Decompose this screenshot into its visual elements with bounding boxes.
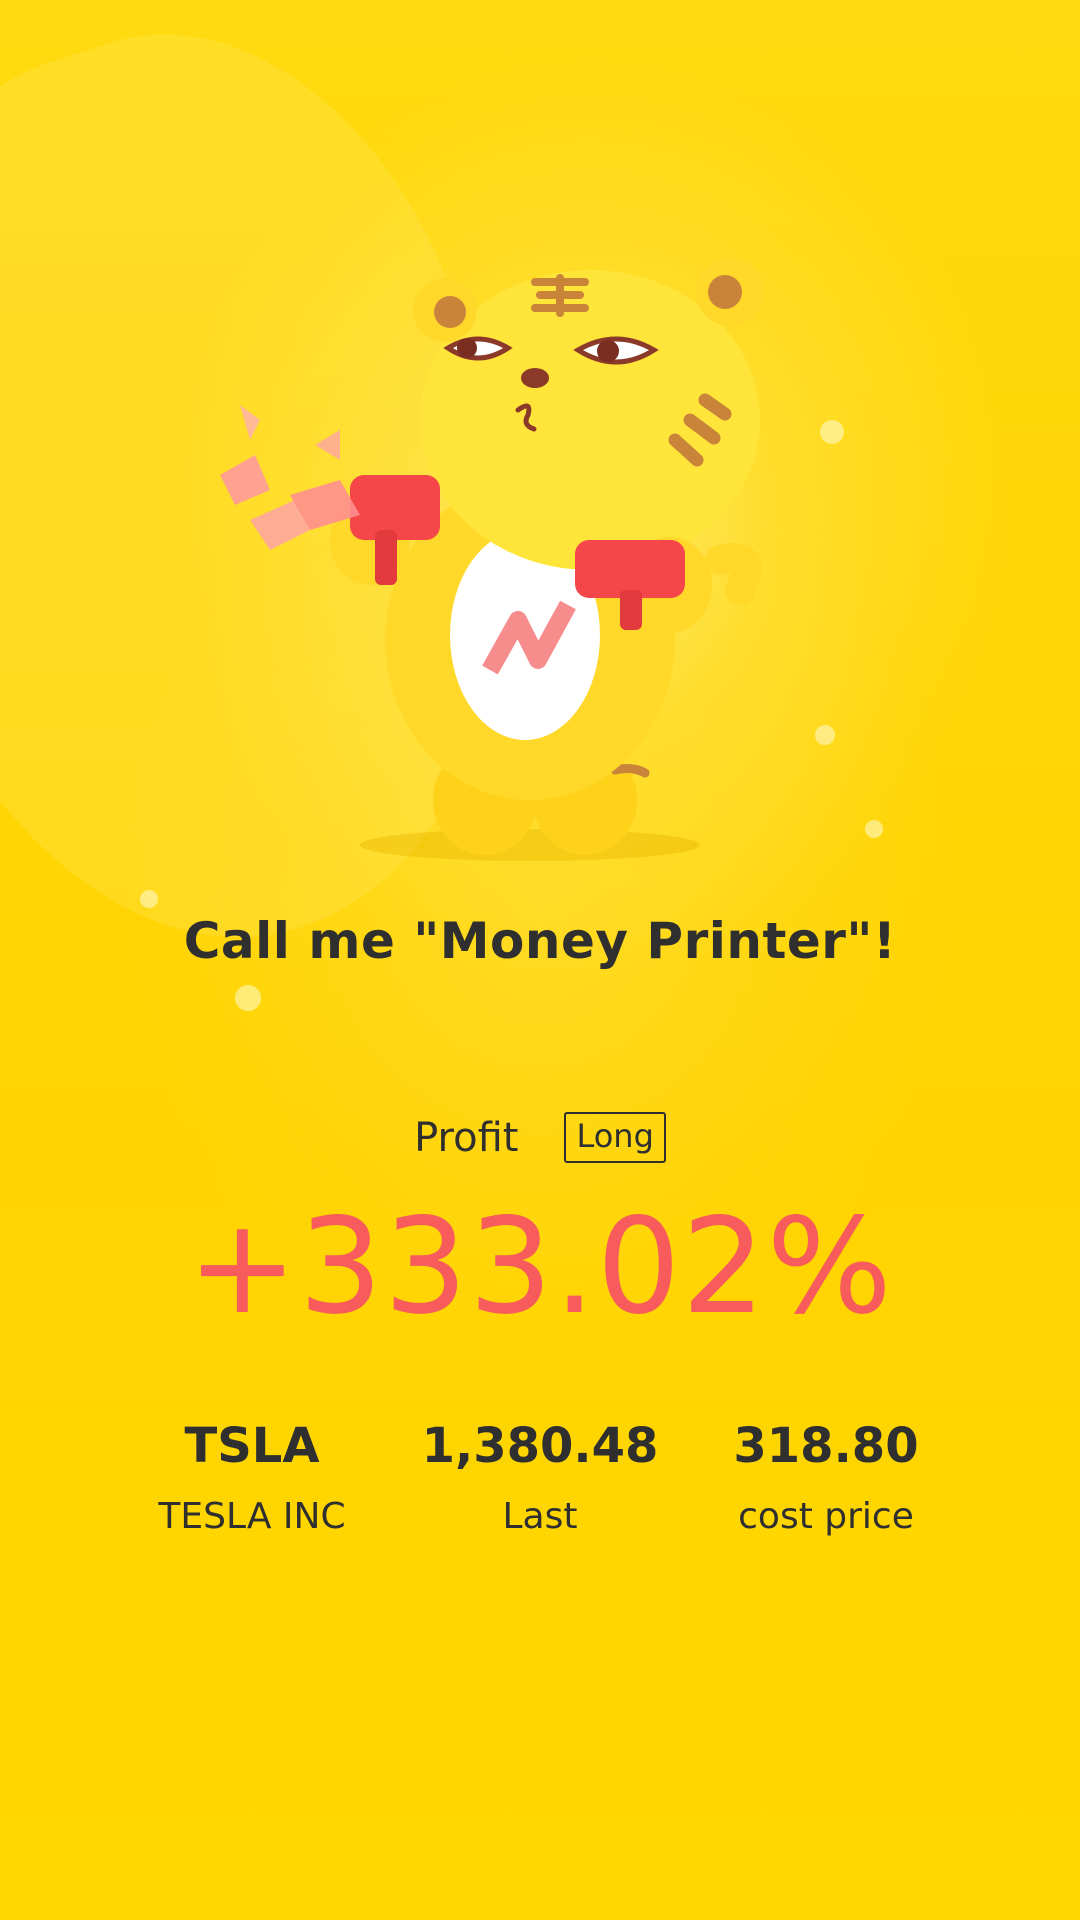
last-price-label: Last [502, 1496, 578, 1537]
cost-price-value: 318.80 [733, 1418, 919, 1474]
stat-cost-price: 318.80 cost price [676, 1418, 976, 1537]
sparkle [140, 890, 158, 908]
tiger-mascot-illustration [220, 258, 764, 861]
position-badge: Long [564, 1112, 666, 1163]
stat-last-price: 1,380.48 Last [390, 1418, 690, 1537]
sparkle [820, 420, 844, 444]
profit-row: Profit Long [0, 1112, 1080, 1163]
profit-percent: +333.02% [187, 1190, 893, 1344]
cost-price-label: cost price [738, 1496, 914, 1537]
last-price-value: 1,380.48 [421, 1418, 659, 1474]
sparkle [235, 985, 261, 1011]
sparkle [865, 820, 883, 838]
headline: Call me "Money Printer"! [183, 912, 897, 970]
profit-label: Profit [414, 1114, 519, 1161]
ticker-value: TSLA [184, 1418, 320, 1474]
stat-ticker: TSLA TESLA INC [102, 1418, 402, 1537]
sparkle [815, 725, 835, 745]
ticker-label: TESLA INC [158, 1496, 346, 1537]
